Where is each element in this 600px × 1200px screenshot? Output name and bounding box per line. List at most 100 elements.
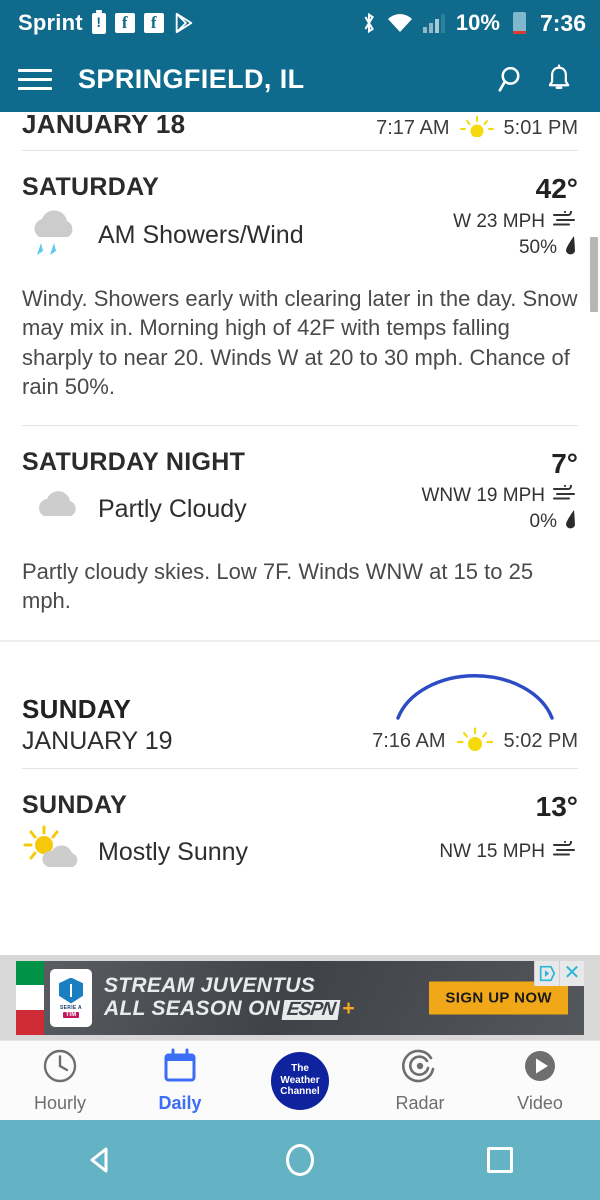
day-group-date: JANUARY 19 [22, 726, 173, 755]
day-group-header-sunday: SUNDAY JANUARY 19 7:16 AM 5:02 PM [0, 642, 600, 768]
italy-flag-icon [16, 960, 44, 1035]
logo-line-1: The [291, 1063, 309, 1075]
wifi-icon [387, 13, 413, 33]
partly-cloudy-night-icon [22, 482, 84, 537]
forecast-description: Windy. Showers early with clearing later… [22, 286, 578, 399]
search-icon[interactable] [490, 64, 536, 94]
wind-speed-label: NW 15 MPH [439, 841, 545, 862]
wind-icon [552, 207, 578, 233]
cell-signal-icon [422, 13, 446, 33]
status-clock: 7:36 [539, 9, 586, 36]
sunset-time: 5:02 PM [503, 729, 578, 752]
forecast-day-label: SATURDAY NIGHT [22, 448, 246, 476]
espn-plus-symbol: + [341, 997, 355, 1020]
adchoices-icon[interactable] [534, 960, 559, 986]
rain-cloud-icon [22, 207, 84, 264]
nav-label-radar: Radar [395, 1093, 445, 1113]
forecast-row-saturday[interactable]: SATURDAY 42° AM Showers/Wind W 23 MPH 50… [0, 151, 600, 264]
sunrise-sunset-icon [459, 115, 495, 142]
forecast-condition-label: Partly Cloudy [98, 495, 247, 523]
wind-icon [552, 838, 578, 863]
day-group-day: SUNDAY [22, 693, 132, 724]
battery-percent-label: 10% [455, 10, 500, 35]
forecast-row-sunday[interactable]: SUNDAY 13° Mostly Sunny NW 15 MPH [0, 769, 600, 880]
nav-label-daily: Daily [158, 1093, 202, 1113]
badge-serie-label: SERIE A [60, 1004, 82, 1011]
back-triangle-icon[interactable] [70, 1143, 130, 1177]
facebook-icon [114, 13, 135, 33]
forecast-condition: Mostly Sunny [22, 825, 248, 880]
ad-signup-button[interactable]: SIGN UP NOW [429, 981, 568, 1014]
raindrop-icon [564, 235, 578, 261]
precip-metric: 50% [519, 235, 578, 261]
home-circle-icon[interactable] [270, 1144, 330, 1176]
ad-headline-1: STREAM JUVENTUS [104, 973, 316, 997]
forecast-metrics: W 23 MPH 50% [453, 207, 578, 261]
precip-chance-label: 0% [529, 510, 557, 532]
forecast-description: Partly cloudy skies. Low 7F. Winds WNW a… [22, 559, 534, 614]
app-bar: SPRINGFIELD, IL [0, 46, 600, 112]
bottom-navigation: Hourly Daily The Weather Channel Radar V… [0, 1040, 600, 1120]
precip-metric: 0% [530, 509, 578, 535]
raindrop-icon [564, 509, 578, 535]
ad-corner-controls: ✕ [534, 960, 584, 986]
badge-tim-label: TIM [62, 1011, 80, 1018]
wind-metric: NW 15 MPH [439, 838, 578, 863]
day-group-header-partial: JANUARY 18 7:17 AM 5:01 PM [0, 112, 600, 150]
battery-icon [509, 12, 526, 34]
forecast-condition: Partly Cloudy [22, 482, 247, 537]
forecast-temperature: 13° [535, 790, 578, 822]
clock-icon [41, 1047, 79, 1090]
daylight-arc-icon [390, 668, 560, 725]
ad-content[interactable]: SERIE A TIM STREAM JUVENTUS ALL SEASON O… [16, 960, 584, 1035]
sunset-time: 5:01 PM [503, 116, 578, 139]
ad-headline-2-text: ALL SEASON ON [104, 997, 281, 1020]
ad-text: STREAM JUVENTUS ALL SEASON ON ESPN + [104, 973, 355, 1020]
logo-line-3: Channel [280, 1086, 320, 1098]
nav-item-daily[interactable]: Daily [120, 1047, 240, 1114]
nav-item-hourly[interactable]: Hourly [0, 1047, 120, 1114]
nav-item-video[interactable]: Video [480, 1047, 600, 1114]
sunrise-time: 7:17 AM [376, 116, 450, 139]
play-icon [521, 1047, 559, 1090]
ad-banner[interactable]: SERIE A TIM STREAM JUVENTUS ALL SEASON O… [0, 955, 600, 1040]
forecast-top: SUNDAY 13° [22, 791, 578, 823]
vertical-scrollbar[interactable] [590, 237, 598, 312]
bell-icon[interactable] [536, 64, 582, 94]
daylight-info: 7:16 AM 5:02 PM [372, 668, 578, 756]
nav-label-hourly: Hourly [33, 1093, 86, 1113]
sun-times: 7:17 AM 5:01 PM [376, 115, 578, 142]
android-navigation-bar [0, 1120, 600, 1200]
forecast-temperature: 42° [535, 173, 578, 204]
wind-metric: WNW 19 MPH [421, 481, 579, 507]
forecast-day-label: SATURDAY [22, 173, 160, 201]
forecast-scroll-area[interactable]: JANUARY 18 7:17 AM 5:01 PM SATURDAY 42° [0, 112, 600, 1019]
wind-metric: W 23 MPH [453, 207, 578, 233]
forecast-top: SATURDAY NIGHT 7° [22, 448, 578, 480]
forecast-top: SATURDAY 42° [22, 173, 578, 205]
forecast-condition-label: AM Showers/Wind [98, 221, 304, 249]
close-icon[interactable]: ✕ [559, 960, 584, 986]
precip-chance-label: 50% [518, 236, 557, 258]
wind-icon [552, 481, 578, 507]
sunrise-sunset-icon [456, 726, 494, 756]
nav-item-weather-channel[interactable]: The Weather Channel [240, 1051, 360, 1110]
wind-speed-label: WNW 19 MPH [421, 484, 546, 506]
wind-speed-label: W 23 MPH [453, 210, 545, 232]
hamburger-menu-icon[interactable] [18, 68, 52, 90]
status-bar-right: 10% 7:36 [351, 10, 586, 37]
bluetooth-icon [360, 11, 378, 35]
forecast-condition: AM Showers/Wind [22, 207, 304, 264]
forecast-mid: Partly Cloudy WNW 19 MPH 0% [22, 481, 579, 537]
espn-logo: ESPN [281, 999, 341, 1020]
carrier-label: Sprint [18, 10, 83, 35]
sunrise-time: 7:16 AM [372, 729, 446, 752]
forecast-mid: Mostly Sunny NW 15 MPH [22, 825, 578, 880]
forecast-mid: AM Showers/Wind W 23 MPH 50% [22, 207, 578, 264]
recents-square-icon[interactable] [470, 1147, 530, 1173]
nav-item-radar[interactable]: Radar [360, 1047, 480, 1114]
forecast-row-saturday-night[interactable]: SATURDAY NIGHT 7° Partly Cloudy WNW 19 M… [0, 426, 600, 537]
forecast-metrics: WNW 19 MPH 0% [421, 481, 579, 535]
forecast-temperature: 7° [551, 448, 578, 479]
calendar-icon [161, 1047, 199, 1090]
